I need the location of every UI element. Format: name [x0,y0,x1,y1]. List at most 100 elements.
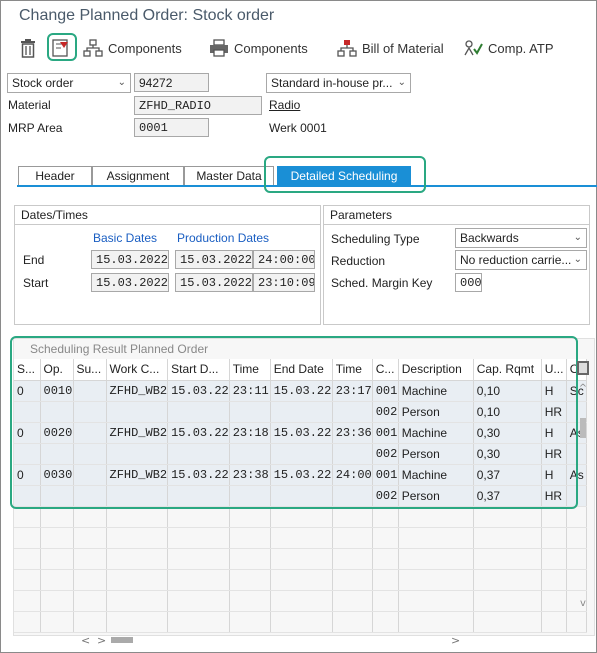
empty-cell [473,611,542,633]
window-frame: Change Planned Order: Stock order Compon… [0,0,597,653]
empty-cell [14,611,41,633]
scheduling-type-value: Backwards [460,231,519,245]
horizontal-scroll-icon: < > > [81,634,460,647]
hierarchy-icon [83,39,103,57]
scheduling-type-select[interactable]: Backwards ⌄ [455,228,587,248]
mrp-area-field[interactable]: 0001 [134,118,209,137]
empty-cell [167,611,230,633]
parameters-group: Parameters Scheduling Type Backwards ⌄ R… [323,205,590,325]
horizontal-scrollbar[interactable]: < > > [71,633,471,647]
empty-cell [14,590,41,612]
empty-cell [541,506,567,528]
comp-atp-label: Comp. ATP [488,40,554,56]
comp-atp-button[interactable]: Comp. ATP [463,36,554,60]
empty-cell [270,569,333,591]
reduction-select[interactable]: No reduction carrie... ⌄ [455,250,587,270]
tab-assignment[interactable]: Assignment [92,166,184,186]
tab-master-data[interactable]: Master Data [184,166,274,186]
empty-cell [229,590,271,612]
empty-cell [372,569,399,591]
empty-cell [73,527,107,549]
empty-cell [270,611,333,633]
empty-cell [167,527,230,549]
bill-of-material-label: Bill of Material [362,40,444,56]
components-button-1[interactable]: Components [83,36,182,60]
procurement-select[interactable]: Standard in-house pr... ⌄ [266,73,411,93]
empty-cell [398,611,474,633]
empty-cell [40,527,74,549]
empty-cell [106,527,169,549]
empty-cell [270,527,333,549]
empty-cell [40,611,74,633]
material-description-link[interactable]: Radio [269,98,300,112]
empty-cell [73,611,107,633]
atp-check-icon [464,40,483,56]
chevron-down-icon: ⌄ [573,232,582,243]
trash-icon [21,39,35,58]
components-button-2[interactable]: Components [209,36,308,60]
toolbar: Components Components Bill of Material C… [1,33,596,63]
material-label: Material [8,98,51,112]
empty-cell [167,548,230,570]
sched-margin-field[interactable]: 000 [455,273,482,292]
dates-times-title: Dates/Times [21,208,88,222]
svg-text:^: ^ [579,383,587,394]
vertical-scrollbar[interactable]: ^ v [576,361,590,611]
components-label-2: Components [234,40,308,56]
empty-cell [229,506,271,528]
end-basic-date-field[interactable]: 15.03.2022 [91,250,169,269]
empty-cell [332,569,373,591]
empty-cell [229,548,271,570]
empty-cell [473,569,542,591]
material-field[interactable]: ZFHD_RADIO [134,96,262,115]
empty-cell [229,527,271,549]
mrp-area-description: Werk 0001 [269,121,327,135]
svg-text:>: > [451,634,460,647]
empty-cell [73,569,107,591]
end-production-time-field[interactable]: 24:00:00 [253,250,315,269]
group-divider [324,224,589,225]
end-production-date-field[interactable]: 15.03.2022 [175,250,253,269]
empty-cell [106,506,169,528]
order-number-field[interactable]: 94272 [134,73,209,92]
end-label: End [23,253,45,267]
parameters-title: Parameters [330,208,393,222]
empty-cell [106,548,169,570]
svg-text:v: v [580,598,586,609]
start-production-time-field[interactable]: 23:10:09 [253,273,315,292]
basic-dates-heading: Basic Dates [93,231,158,245]
empty-cell [332,506,373,528]
start-basic-date-field[interactable]: 15.03.2022 [91,273,169,292]
svg-text:<: < [81,634,90,647]
empty-cell [372,527,399,549]
empty-cell [14,527,41,549]
empty-cell [40,569,74,591]
empty-cell [14,569,41,591]
reduction-value: No reduction carrie... [460,253,572,267]
empty-row [14,569,587,591]
empty-cell [40,548,74,570]
empty-row [14,611,587,633]
empty-cell [372,611,399,633]
printer-icon [210,39,228,57]
bill-of-material-button[interactable]: Bill of Material [337,36,444,60]
tab-header[interactable]: Header [18,166,92,186]
empty-cell [566,611,587,633]
empty-cell [473,548,542,570]
empty-cell [106,611,169,633]
svg-text:>: > [97,634,106,647]
order-type-select[interactable]: Stock order ⌄ [7,73,131,93]
empty-cell [541,569,567,591]
empty-cell [398,527,474,549]
highlight-tab [264,156,426,193]
empty-cell [73,590,107,612]
scrollbar-icon: ^ v [577,361,589,609]
start-production-date-field[interactable]: 15.03.2022 [175,273,253,292]
empty-cell [167,590,230,612]
chevron-down-icon: ⌄ [397,77,406,88]
empty-cell [332,527,373,549]
empty-cell [167,506,230,528]
delete-button[interactable] [19,36,42,60]
chevron-down-icon: ⌄ [117,77,126,88]
empty-cell [332,548,373,570]
